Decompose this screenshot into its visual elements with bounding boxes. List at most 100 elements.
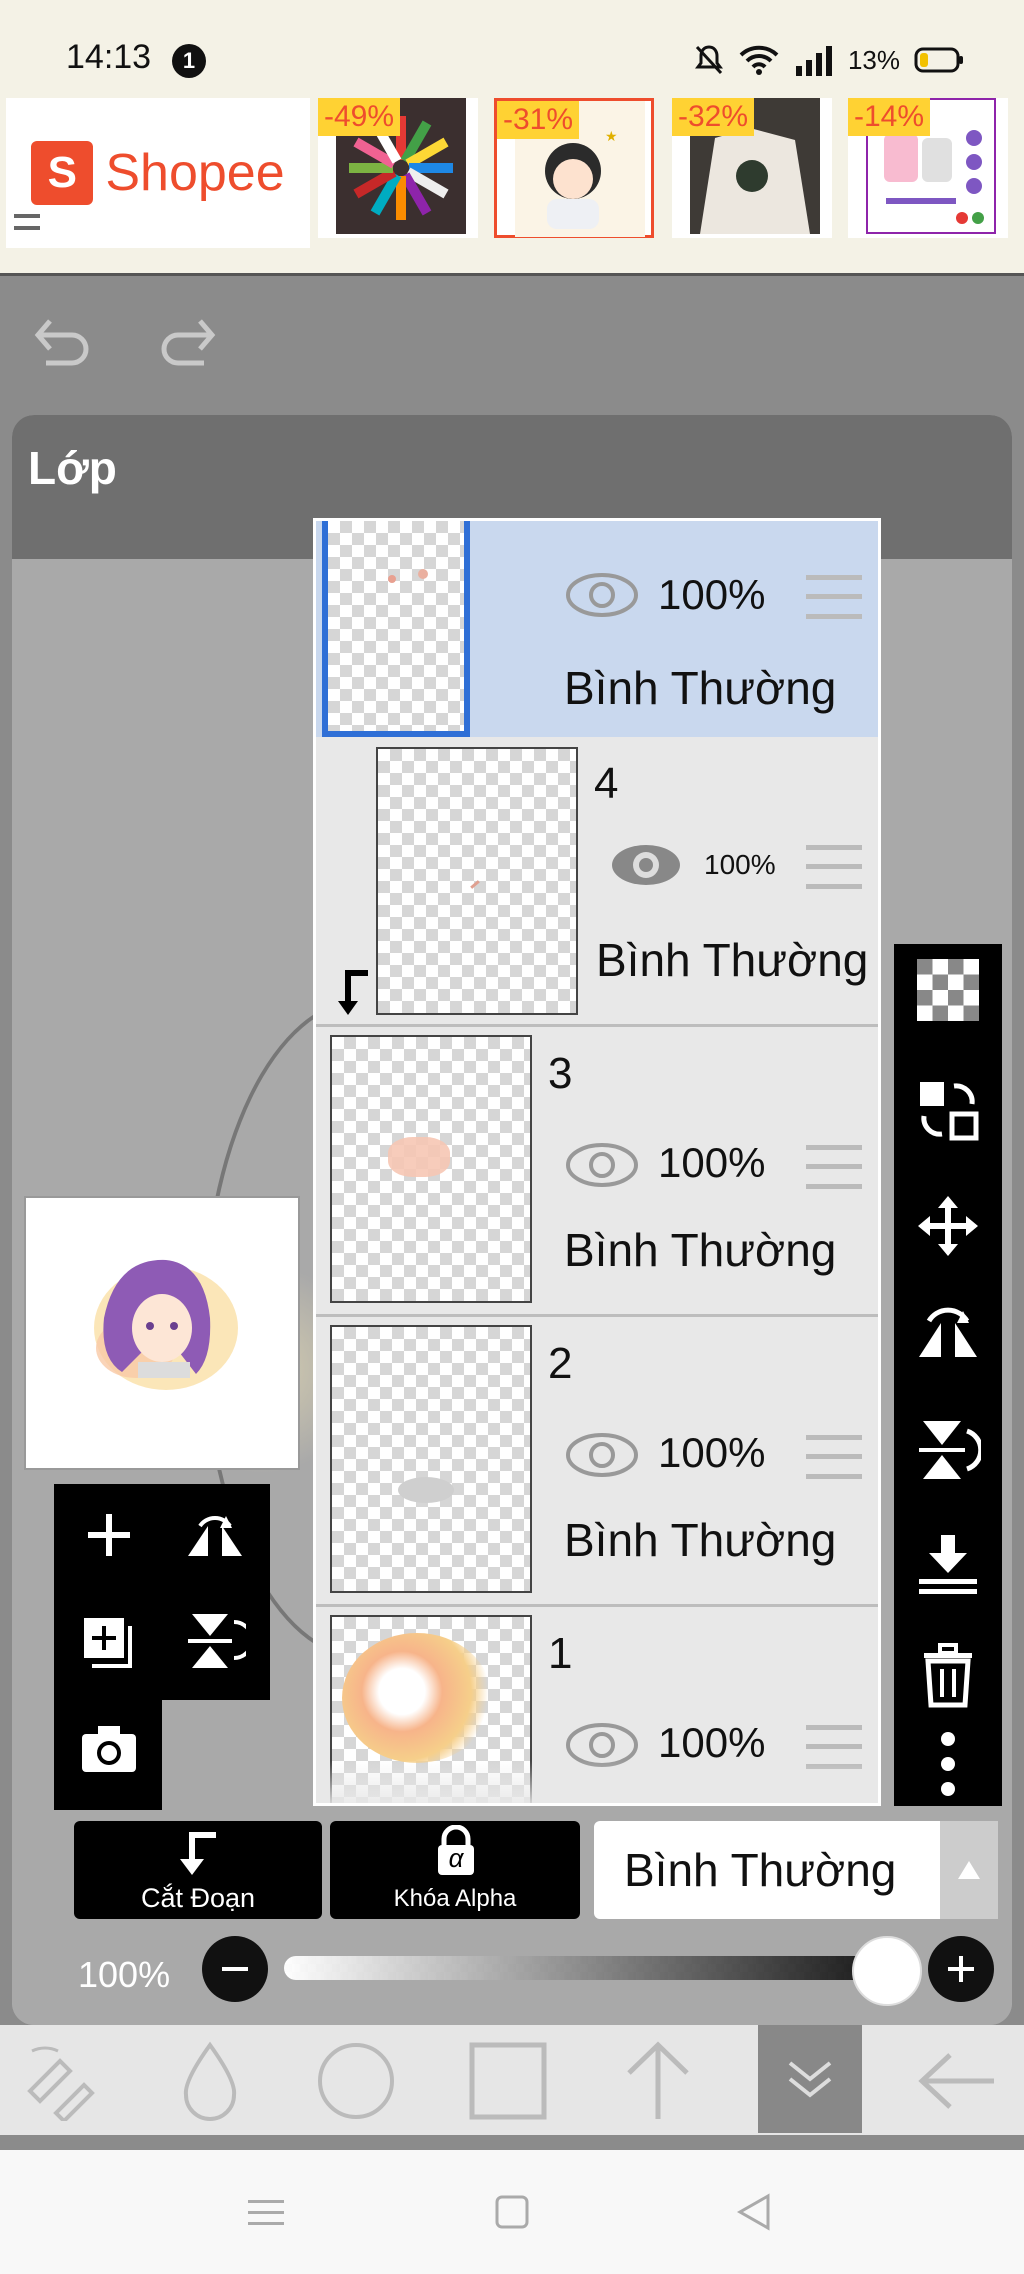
layer-row[interactable]: 2 100% Bình Thường xyxy=(316,1317,878,1607)
layer-opacity: 100% xyxy=(704,849,776,880)
system-icons: 13% xyxy=(694,40,964,80)
opacity-value: 100% xyxy=(78,1954,171,1995)
discount-badge: -31% xyxy=(497,101,580,139)
layer-number: 4 xyxy=(594,759,619,808)
opacity-decrease-button[interactable] xyxy=(202,1936,268,2002)
blend-mode-value: Bình Thường xyxy=(624,1844,897,1896)
notification-badge: 1 xyxy=(172,44,206,78)
ad-product[interactable]: -32% xyxy=(672,98,832,238)
opacity-slider-thumb[interactable] xyxy=(852,1936,922,2006)
svg-text:★: ★ xyxy=(605,128,618,144)
layer-thumbnail[interactable] xyxy=(376,747,578,1015)
menu-icon[interactable] xyxy=(248,2198,284,2228)
camera-icon[interactable] xyxy=(80,1724,138,1774)
layer-opacity: 100% xyxy=(658,1429,766,1476)
blend-mode-dropdown[interactable] xyxy=(940,1821,998,1919)
discount-badge: -14% xyxy=(848,98,931,136)
layer-number: 3 xyxy=(548,1049,573,1098)
eye-icon[interactable] xyxy=(564,1431,640,1479)
clipping-button[interactable]: Cắt Đoạn xyxy=(74,1821,322,1919)
triangle-up-icon xyxy=(958,1861,980,1879)
layer-blend-mode: Bình Thường xyxy=(596,934,869,986)
flip-horizontal-icon[interactable] xyxy=(908,1296,988,1376)
layer-row[interactable]: 3 100% Bình Thường xyxy=(316,1027,878,1317)
collapse-panel-button[interactable] xyxy=(758,2025,862,2133)
transparent-layer-icon[interactable] xyxy=(908,950,988,1030)
brand-name: Shopee xyxy=(105,144,285,202)
list-fade xyxy=(316,1761,878,1803)
layer-opacity: 100% xyxy=(658,1719,766,1766)
merge-down-icon[interactable] xyxy=(908,1524,988,1604)
circle-shape-icon[interactable] xyxy=(312,2039,400,2123)
canvas-preview xyxy=(24,1196,300,1470)
more-vertical-icon[interactable] xyxy=(908,1724,988,1804)
ad-product[interactable]: ★ -31% xyxy=(494,98,654,238)
undo-icon[interactable] xyxy=(30,313,94,369)
move-icon[interactable] xyxy=(908,1186,988,1266)
ad-menu-icon[interactable] xyxy=(14,214,40,230)
artwork-thumbnail xyxy=(94,1259,238,1390)
brush-eraser-toggle-icon[interactable] xyxy=(16,2039,104,2123)
flip-canvas-horizontal-icon[interactable] xyxy=(184,1506,246,1564)
bell-off-icon xyxy=(694,45,723,75)
layer-list[interactable]: 100% Bình Thường 4 100% Bình Thường 3 10… xyxy=(313,518,881,1806)
drag-handle-icon[interactable] xyxy=(806,575,862,619)
layer-number: 2 xyxy=(548,1339,573,1388)
back-arrow-icon[interactable] xyxy=(912,2039,1000,2123)
swap-layer-icon[interactable] xyxy=(908,1070,988,1150)
double-chevron-down-icon xyxy=(788,2061,832,2098)
top-toolbar xyxy=(0,279,1024,415)
clip-arrow-icon xyxy=(338,970,368,1015)
plus-icon xyxy=(948,1956,974,1982)
layer-tools-column xyxy=(894,944,1002,1806)
wifi-icon xyxy=(739,45,779,75)
opacity-slider[interactable] xyxy=(284,1956,914,1980)
layer-row[interactable]: 4 100% Bình Thường xyxy=(316,737,878,1027)
battery-icon xyxy=(914,47,963,73)
alpha-symbol: α xyxy=(448,1843,464,1873)
trash-icon[interactable] xyxy=(908,1636,988,1716)
back-icon[interactable] xyxy=(736,2192,772,2232)
home-icon[interactable] xyxy=(494,2194,530,2230)
ad-banner[interactable]: S Shopee -49% ★ -31% -32% -14% xyxy=(0,92,1024,276)
eye-icon[interactable] xyxy=(608,841,684,889)
layer-thumbnail[interactable] xyxy=(330,1325,532,1593)
bucket-drop-icon[interactable] xyxy=(166,2039,254,2123)
square-selection-icon[interactable] xyxy=(464,2039,552,2123)
layer-blend-mode: Bình Thường xyxy=(564,662,837,714)
battery-text: 13% xyxy=(847,44,900,75)
alpha-lock-button[interactable]: α Khóa Alpha xyxy=(330,1821,580,1919)
discount-badge: -32% xyxy=(672,98,755,136)
layer-opacity: 100% xyxy=(658,1139,766,1186)
discount-badge: -49% xyxy=(318,98,401,136)
redo-icon[interactable] xyxy=(156,313,220,369)
add-layer-icon[interactable] xyxy=(84,1510,134,1560)
panel-title: Lớp xyxy=(28,442,117,494)
blend-mode-select[interactable]: Bình Thường xyxy=(594,1821,998,1919)
drag-handle-icon[interactable] xyxy=(806,1145,862,1189)
signal-icon xyxy=(795,46,832,76)
layer-blend-mode: Bình Thường xyxy=(564,1224,837,1276)
eye-icon[interactable] xyxy=(564,1141,640,1189)
flip-vertical-icon[interactable] xyxy=(908,1410,988,1490)
arrow-up-icon[interactable] xyxy=(614,2039,702,2123)
duplicate-layer-icon[interactable] xyxy=(80,1614,138,1672)
flip-canvas-vertical-icon[interactable] xyxy=(186,1610,246,1672)
clip-icon xyxy=(180,1832,216,1875)
layer-thumbnail[interactable] xyxy=(322,521,470,737)
opacity-increase-button[interactable] xyxy=(928,1936,994,2002)
minus-icon xyxy=(222,1967,248,1971)
clipping-label: Cắt Đoạn xyxy=(140,1883,256,1913)
drawing-toolbar xyxy=(0,2025,1024,2135)
clock: 14:13 xyxy=(66,38,152,76)
shopee-logo[interactable]: S Shopee xyxy=(6,98,310,248)
system-nav-bar xyxy=(0,2150,1024,2274)
drag-handle-icon[interactable] xyxy=(806,845,862,889)
eye-icon[interactable] xyxy=(564,571,640,619)
ad-product[interactable]: -14% xyxy=(848,98,1008,238)
alpha-lock-label: Khóa Alpha xyxy=(393,1885,517,1912)
ad-product[interactable]: -49% xyxy=(318,98,478,238)
layer-thumbnail[interactable] xyxy=(330,1035,532,1303)
status-bar: 14:13 1 13% xyxy=(0,0,1024,92)
drag-handle-icon[interactable] xyxy=(806,1435,862,1479)
